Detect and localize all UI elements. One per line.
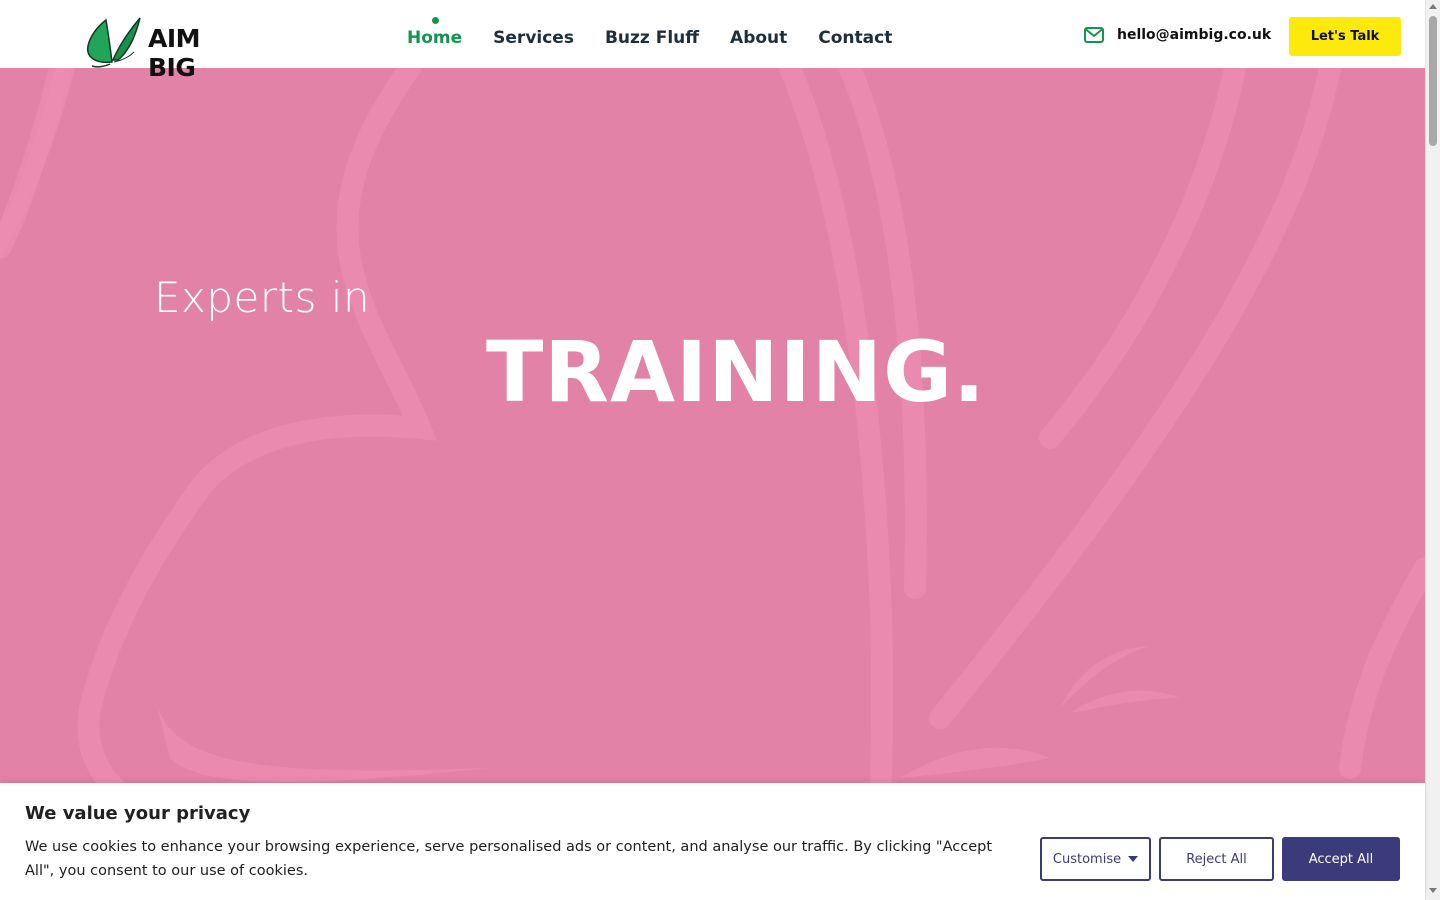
scroll-thumb[interactable]	[1429, 16, 1437, 146]
hero-section: Experts in TRAINING.	[0, 68, 1425, 900]
customise-button[interactable]: Customise	[1040, 837, 1151, 881]
accept-all-button[interactable]: Accept All	[1282, 837, 1400, 881]
scroll-down-arrow-icon[interactable]	[1429, 888, 1437, 893]
caret-down-icon	[1128, 856, 1139, 862]
nav-buzz-fluff[interactable]: Buzz Fluff	[605, 28, 699, 48]
envelope-icon	[1084, 27, 1104, 43]
cookie-title: We value your privacy	[25, 803, 251, 824]
main-nav: Home Services Buzz Fluff About Contact	[407, 17, 923, 48]
nav-services-label: Services	[493, 28, 574, 48]
customise-label: Customise	[1052, 851, 1122, 867]
site-header: AIM BIG Home Services Buzz Fluff About C…	[0, 0, 1425, 82]
logo[interactable]: AIM BIG	[84, 12, 201, 82]
page-scrollbar[interactable]	[1425, 0, 1440, 900]
nav-services[interactable]: Services	[493, 28, 574, 48]
nav-about-label: About	[730, 28, 788, 48]
butterfly-logo-icon	[86, 17, 141, 68]
email-address[interactable]: hello@aimbig.co.uk	[1117, 27, 1271, 43]
cookie-consent-banner: We value your privacy We use cookies to …	[0, 783, 1425, 900]
nav-home[interactable]: Home	[407, 17, 463, 48]
email-link[interactable]: hello@aimbig.co.uk	[1084, 26, 1271, 44]
lets-talk-button[interactable]: Let's Talk	[1289, 17, 1401, 56]
active-indicator-dot	[431, 17, 439, 24]
butterfly-background-graphic	[0, 68, 1425, 900]
cookie-description: We use cookies to enhance your browsing …	[25, 839, 993, 879]
scroll-up-arrow-icon[interactable]	[1429, 4, 1437, 9]
nav-home-label: Home	[407, 28, 463, 48]
nav-contact[interactable]: Contact	[818, 28, 892, 48]
nav-about[interactable]: About	[730, 28, 787, 48]
nav-buzz-fluff-label: Buzz Fluff	[604, 28, 700, 48]
nav-contact-label: Contact	[818, 28, 893, 48]
hero-title: TRAINING.	[486, 323, 986, 421]
reject-all-button[interactable]: Reject All	[1159, 837, 1274, 881]
hero-subtitle: Experts in	[154, 273, 371, 322]
logo-text: AIM BIG	[148, 24, 201, 82]
